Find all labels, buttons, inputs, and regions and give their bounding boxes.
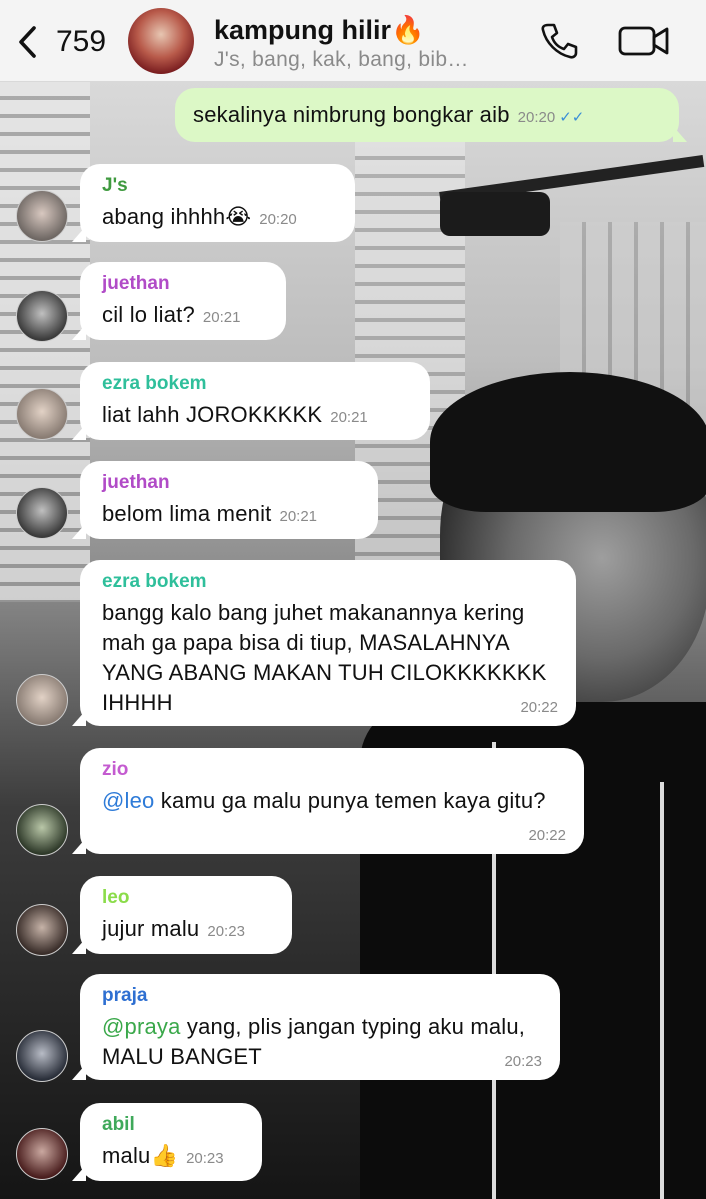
sender-name[interactable]: ezra bokem xyxy=(102,372,414,396)
wallpaper-cord xyxy=(660,782,664,1199)
incoming-message[interactable]: ezra bokem liat lahh JOROKKKKK 20:21 xyxy=(72,362,430,440)
avatar[interactable] xyxy=(16,487,68,539)
bubble-tail xyxy=(72,710,86,726)
wallpaper-traffic-light xyxy=(440,192,550,236)
bubble-tail xyxy=(72,324,86,340)
sender-name[interactable]: leo xyxy=(102,886,276,910)
message-text: kamu ga malu punya temen kaya gitu? xyxy=(154,788,546,813)
message-time: 20:23 xyxy=(186,1150,224,1167)
unread-count[interactable]: 759 xyxy=(56,25,106,59)
double-check-icon: ✓✓ xyxy=(559,109,585,126)
message-text: abang ihhhh😭 xyxy=(102,204,252,229)
sender-name[interactable]: praja xyxy=(102,984,544,1008)
message-text: belom lima menit xyxy=(102,501,272,526)
message-text: sekalinya nimbrung bongkar aib xyxy=(193,102,510,127)
bubble-tail xyxy=(72,1064,86,1080)
incoming-message[interactable]: J's abang ihhhh😭 20:20 xyxy=(72,164,355,242)
incoming-message[interactable]: juethan cil lo liat? 20:21 xyxy=(72,262,286,340)
message-time: 20:23 xyxy=(504,1053,542,1070)
message-time: 20:22 xyxy=(528,827,566,844)
group-members[interactable]: J's, bang, kak, bang, bib… xyxy=(214,48,469,72)
message-time: 20:21 xyxy=(279,508,318,525)
bubble-tail xyxy=(72,1165,86,1181)
message-time: 20:23 xyxy=(207,923,245,940)
video-camera-icon[interactable] xyxy=(618,24,670,58)
bubble-tail xyxy=(72,523,86,539)
group-avatar[interactable] xyxy=(128,8,194,74)
message-time: 20:20 xyxy=(259,211,297,228)
outgoing-message[interactable]: sekalinya nimbrung bongkar aib 20:20 ✓✓ xyxy=(175,88,687,142)
avatar[interactable] xyxy=(16,904,68,956)
phone-icon[interactable] xyxy=(540,22,580,60)
message-text: malu👍 xyxy=(102,1143,179,1168)
message-text: liat lahh JOROKKKKK xyxy=(102,402,323,427)
mention-link[interactable]: @praya xyxy=(102,1014,181,1039)
message-text: jujur malu xyxy=(102,916,200,941)
avatar[interactable] xyxy=(16,1030,68,1082)
bubble-tail xyxy=(72,838,86,854)
incoming-message[interactable]: juethan belom lima menit 20:21 xyxy=(72,461,378,539)
message-text: cil lo liat? xyxy=(102,302,195,327)
avatar[interactable] xyxy=(16,674,68,726)
message-time: 20:21 xyxy=(330,409,368,426)
bubble-tail xyxy=(673,126,687,142)
group-title[interactable]: kampung hilir🔥 xyxy=(214,14,425,46)
bubble-tail xyxy=(72,938,86,954)
avatar[interactable] xyxy=(16,290,68,342)
avatar[interactable] xyxy=(16,804,68,856)
message-text: bangg kalo bang juhet makanannya kering … xyxy=(102,600,547,715)
bubble-tail xyxy=(72,226,86,242)
avatar[interactable] xyxy=(16,190,68,242)
incoming-message[interactable]: abil malu👍 20:23 xyxy=(72,1103,262,1181)
sender-name[interactable]: juethan xyxy=(102,471,362,495)
sender-name[interactable]: juethan xyxy=(102,272,270,296)
chevron-left-icon xyxy=(19,26,36,58)
avatar[interactable] xyxy=(16,388,68,440)
sender-name[interactable]: ezra bokem xyxy=(102,570,560,594)
message-time: 20:22 xyxy=(520,699,558,716)
avatar[interactable] xyxy=(16,1128,68,1180)
incoming-message[interactable]: leo jujur malu 20:23 xyxy=(72,876,292,954)
bubble-tail xyxy=(72,424,86,440)
incoming-message[interactable]: ezra bokem bangg kalo bang juhet makanan… xyxy=(72,560,576,726)
message-time: 20:20 xyxy=(517,109,556,126)
incoming-message[interactable]: praja @praya yang, plis jangan typing ak… xyxy=(72,974,560,1080)
wallpaper-person-hair xyxy=(430,372,706,512)
sender-name[interactable]: J's xyxy=(102,174,339,198)
sender-name[interactable]: zio xyxy=(102,758,568,782)
sender-name[interactable]: abil xyxy=(102,1113,246,1137)
chat-header: 759 kampung hilir🔥 J's, bang, kak, bang,… xyxy=(0,0,706,82)
mention-link[interactable]: @leo xyxy=(102,788,155,813)
incoming-message[interactable]: zio @leo kamu ga malu punya temen kaya g… xyxy=(72,748,584,854)
message-time: 20:21 xyxy=(202,309,241,326)
back-button[interactable] xyxy=(16,24,46,60)
